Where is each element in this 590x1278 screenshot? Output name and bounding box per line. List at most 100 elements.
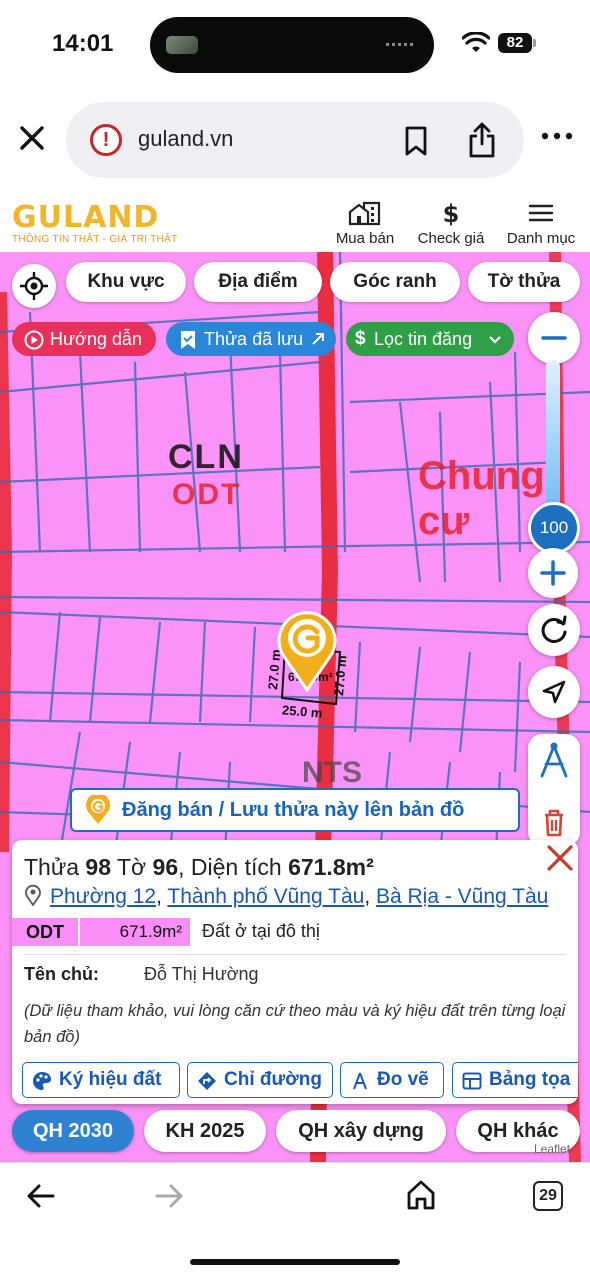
tab-qh-xay-dung[interactable]: QH xây dựng [276,1110,446,1152]
ward-link[interactable]: Phường 12 [50,885,156,908]
bookmark-icon[interactable] [404,126,428,156]
coordinate-table-button[interactable]: Bảng tọa [452,1062,578,1098]
parcel-title: Thửa 98 Tờ 96, Diện tích 671.8m² [24,854,374,881]
filter-dia-diem[interactable]: Địa điểm [194,262,322,302]
home-indicator [190,1259,400,1265]
forward-arrow-icon[interactable] [154,1183,184,1209]
land-use-code: ODT [12,918,78,946]
parcel-marker-icon[interactable] [275,608,339,692]
dynamic-island [150,17,434,73]
compass-measure-icon[interactable] [528,734,580,790]
site-header: GULAND THÔNG TIN THẬT - GIÁ TRỊ THẬT Mua… [0,190,590,252]
parcel-address: Phường 12, Thành phố Vũng Tàu, Bà Rịa - … [24,884,548,909]
tabs-count-button[interactable]: 29 [533,1181,563,1211]
guland-pin-icon [86,795,110,824]
disclaimer-note: (Dữ liệu tham khảo, vui lòng căn cứ theo… [24,1002,566,1046]
saved-parcels-label: Thửa đã lưu [204,329,304,349]
navigation-arrow-icon [542,680,566,704]
battery-tip [533,39,536,47]
url-text: guland.vn [138,126,234,151]
tab-kh-2025[interactable]: KH 2025 [144,1110,266,1152]
browser-bottom-bar: 29 [0,1162,590,1278]
dollar-icon: $ [355,328,366,349]
map-attribution[interactable]: Leaflet [534,1142,570,1156]
draw-measure-label: Đo vẽ [377,1069,429,1090]
close-icon[interactable] [14,120,50,156]
coordinate-table-label: Bảng tọa [489,1069,571,1090]
status-time: 14:01 [52,30,114,57]
zoom-in-button[interactable] [528,548,578,598]
locate-me-button[interactable] [12,264,56,308]
dollar-icon: $ [443,200,460,226]
refresh-icon [541,615,567,643]
zoom-slider[interactable] [546,360,560,520]
sheet-label: Tờ [117,854,147,880]
directions-icon [198,1072,216,1090]
owner-label: Tên chủ: [24,964,99,984]
media-thumbnail [166,36,198,54]
filter-to-thua[interactable]: Tờ thửa [468,262,580,302]
nav-mua-ban[interactable]: Mua bán [330,200,400,247]
nav-label: Danh mục [506,230,576,247]
map-label-odt: ODT [172,478,242,511]
zoom-out-button[interactable] [528,312,580,364]
owner-name: Đỗ Thị Hường [144,964,259,984]
filter-khu-vuc[interactable]: Khu vực [66,262,186,302]
directions-button[interactable]: Chỉ đường [187,1062,333,1098]
minus-icon [541,336,567,340]
address-bar[interactable]: guland.vn [66,102,524,178]
navigate-button[interactable] [528,666,580,718]
card-actions: Ký hiệu đất Chỉ đường Đo vẽ Bảng tọa [22,1062,578,1100]
filter-goc-ranh[interactable]: Góc ranh [330,262,460,302]
measure-tools [528,734,580,846]
listing-filter-dropdown[interactable]: $ Lọc tin đăng [346,322,514,356]
back-arrow-icon[interactable] [26,1183,56,1209]
wifi-icon [462,32,490,52]
saved-parcels-button[interactable]: Thửa đã lưu [166,322,336,356]
status-bar: 14:01 82 [0,0,590,90]
guide-button[interactable]: Hướng dẫn [12,322,156,356]
audio-activity-icon [386,43,416,46]
tab-qh-2030[interactable]: QH 2030 [12,1110,134,1152]
close-icon[interactable] [546,844,574,872]
land-use-description: Đất ở tại đô thị [202,921,320,941]
post-listing-label: Đăng bán / Lưu thửa này lên bản đồ [122,799,465,821]
map-label-cln: CLN [168,438,244,476]
browser-toolbar: guland.vn [0,90,590,190]
directions-label: Chỉ đường [224,1069,322,1090]
parcel-area: 671.8m² [288,854,374,880]
zoom-level-handle[interactable]: 100 [528,502,580,554]
share-icon[interactable] [468,122,496,158]
parcel-label: Thửa [24,854,80,880]
parcel-number: 98 [85,854,112,880]
site-warning-icon [90,124,122,156]
menu-icon [528,204,554,222]
more-options-icon[interactable] [540,126,574,146]
guide-label: Hướng dẫn [50,329,142,349]
sheet-number: 96 [152,854,179,880]
buildings-icon [348,201,381,226]
location-pin-icon [25,884,41,906]
refresh-button[interactable] [528,604,580,656]
map-label-nts: NTS [302,756,362,789]
svg-text:$: $ [443,200,460,226]
table-icon [462,1072,482,1090]
city-link[interactable]: Thành phố Vũng Tàu [167,885,364,908]
logo-tagline: THÔNG TIN THẬT - GIÁ TRỊ THẬT [12,234,178,245]
guland-logo[interactable]: GULAND [12,200,159,235]
listing-filter-label: Lọc tin đăng [374,329,473,349]
post-listing-button[interactable]: Đăng bán / Lưu thửa này lên bản đồ [70,788,520,832]
home-icon[interactable] [406,1179,436,1211]
land-symbol-label: Ký hiệu đất [59,1069,162,1090]
nav-danh-muc[interactable]: Danh mục [502,200,580,247]
land-symbol-button[interactable]: Ký hiệu đất [22,1062,180,1098]
draw-measure-button[interactable]: Đo vẽ [340,1062,444,1098]
crosshair-icon [20,272,48,300]
nav-label: Mua bán [335,230,395,247]
area-label: , Diện tích [178,854,282,880]
nav-check-gia[interactable]: $ Check giá [410,200,492,247]
nav-label: Check giá [417,230,485,247]
province-link[interactable]: Bà Rịa - Vũng Tàu [376,885,548,908]
chevron-down-icon [489,336,501,344]
parcel-info-card: Thửa 98 Tờ 96, Diện tích 671.8m² Phường … [12,840,578,1104]
